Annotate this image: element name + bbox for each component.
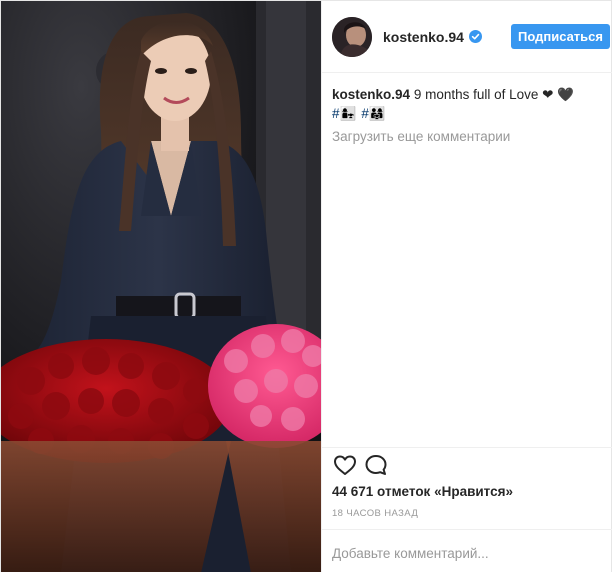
heart-icon[interactable]: [332, 452, 358, 478]
caption-hashtags: #👩‍👧 #👨‍👩‍👧: [332, 105, 604, 123]
post-photo-illustration: [1, 1, 321, 572]
avatar-photo: [332, 16, 372, 57]
hashtag-link[interactable]: #👩‍👧: [332, 105, 356, 123]
instagram-post: kostenko.94 Подписаться kostenko.94 9 mo…: [0, 0, 612, 572]
author-avatar[interactable]: [332, 16, 372, 57]
actions-divider: [322, 447, 612, 448]
author-username[interactable]: kostenko.94: [383, 29, 464, 45]
caption-line: kostenko.94 9 months full of Love ❤ 🖤: [332, 86, 604, 104]
post-timestamp[interactable]: 18 ЧАСОВ НАЗАД: [332, 508, 418, 519]
post-caption: kostenko.94 9 months full of Love ❤ 🖤 #👩…: [332, 86, 604, 123]
post-side-panel: kostenko.94 Подписаться kostenko.94 9 mo…: [321, 1, 612, 572]
likes-count[interactable]: 44 671 отметок «Нравится»: [332, 484, 513, 499]
comment-box: [322, 529, 612, 572]
caption-username[interactable]: kostenko.94: [332, 87, 410, 102]
comment-input[interactable]: [332, 542, 602, 564]
follow-button[interactable]: Подписаться: [511, 24, 610, 49]
post-header: kostenko.94 Подписаться: [322, 1, 612, 73]
hashtag-link[interactable]: #👨‍👩‍👧: [361, 105, 385, 123]
post-photo[interactable]: [1, 1, 321, 572]
caption-text: 9 months full of Love ❤ 🖤: [413, 87, 575, 102]
load-more-comments-link[interactable]: Загрузить еще комментарии: [332, 129, 510, 144]
verified-badge-icon: [468, 30, 482, 43]
comment-bubble-icon[interactable]: [363, 452, 389, 478]
